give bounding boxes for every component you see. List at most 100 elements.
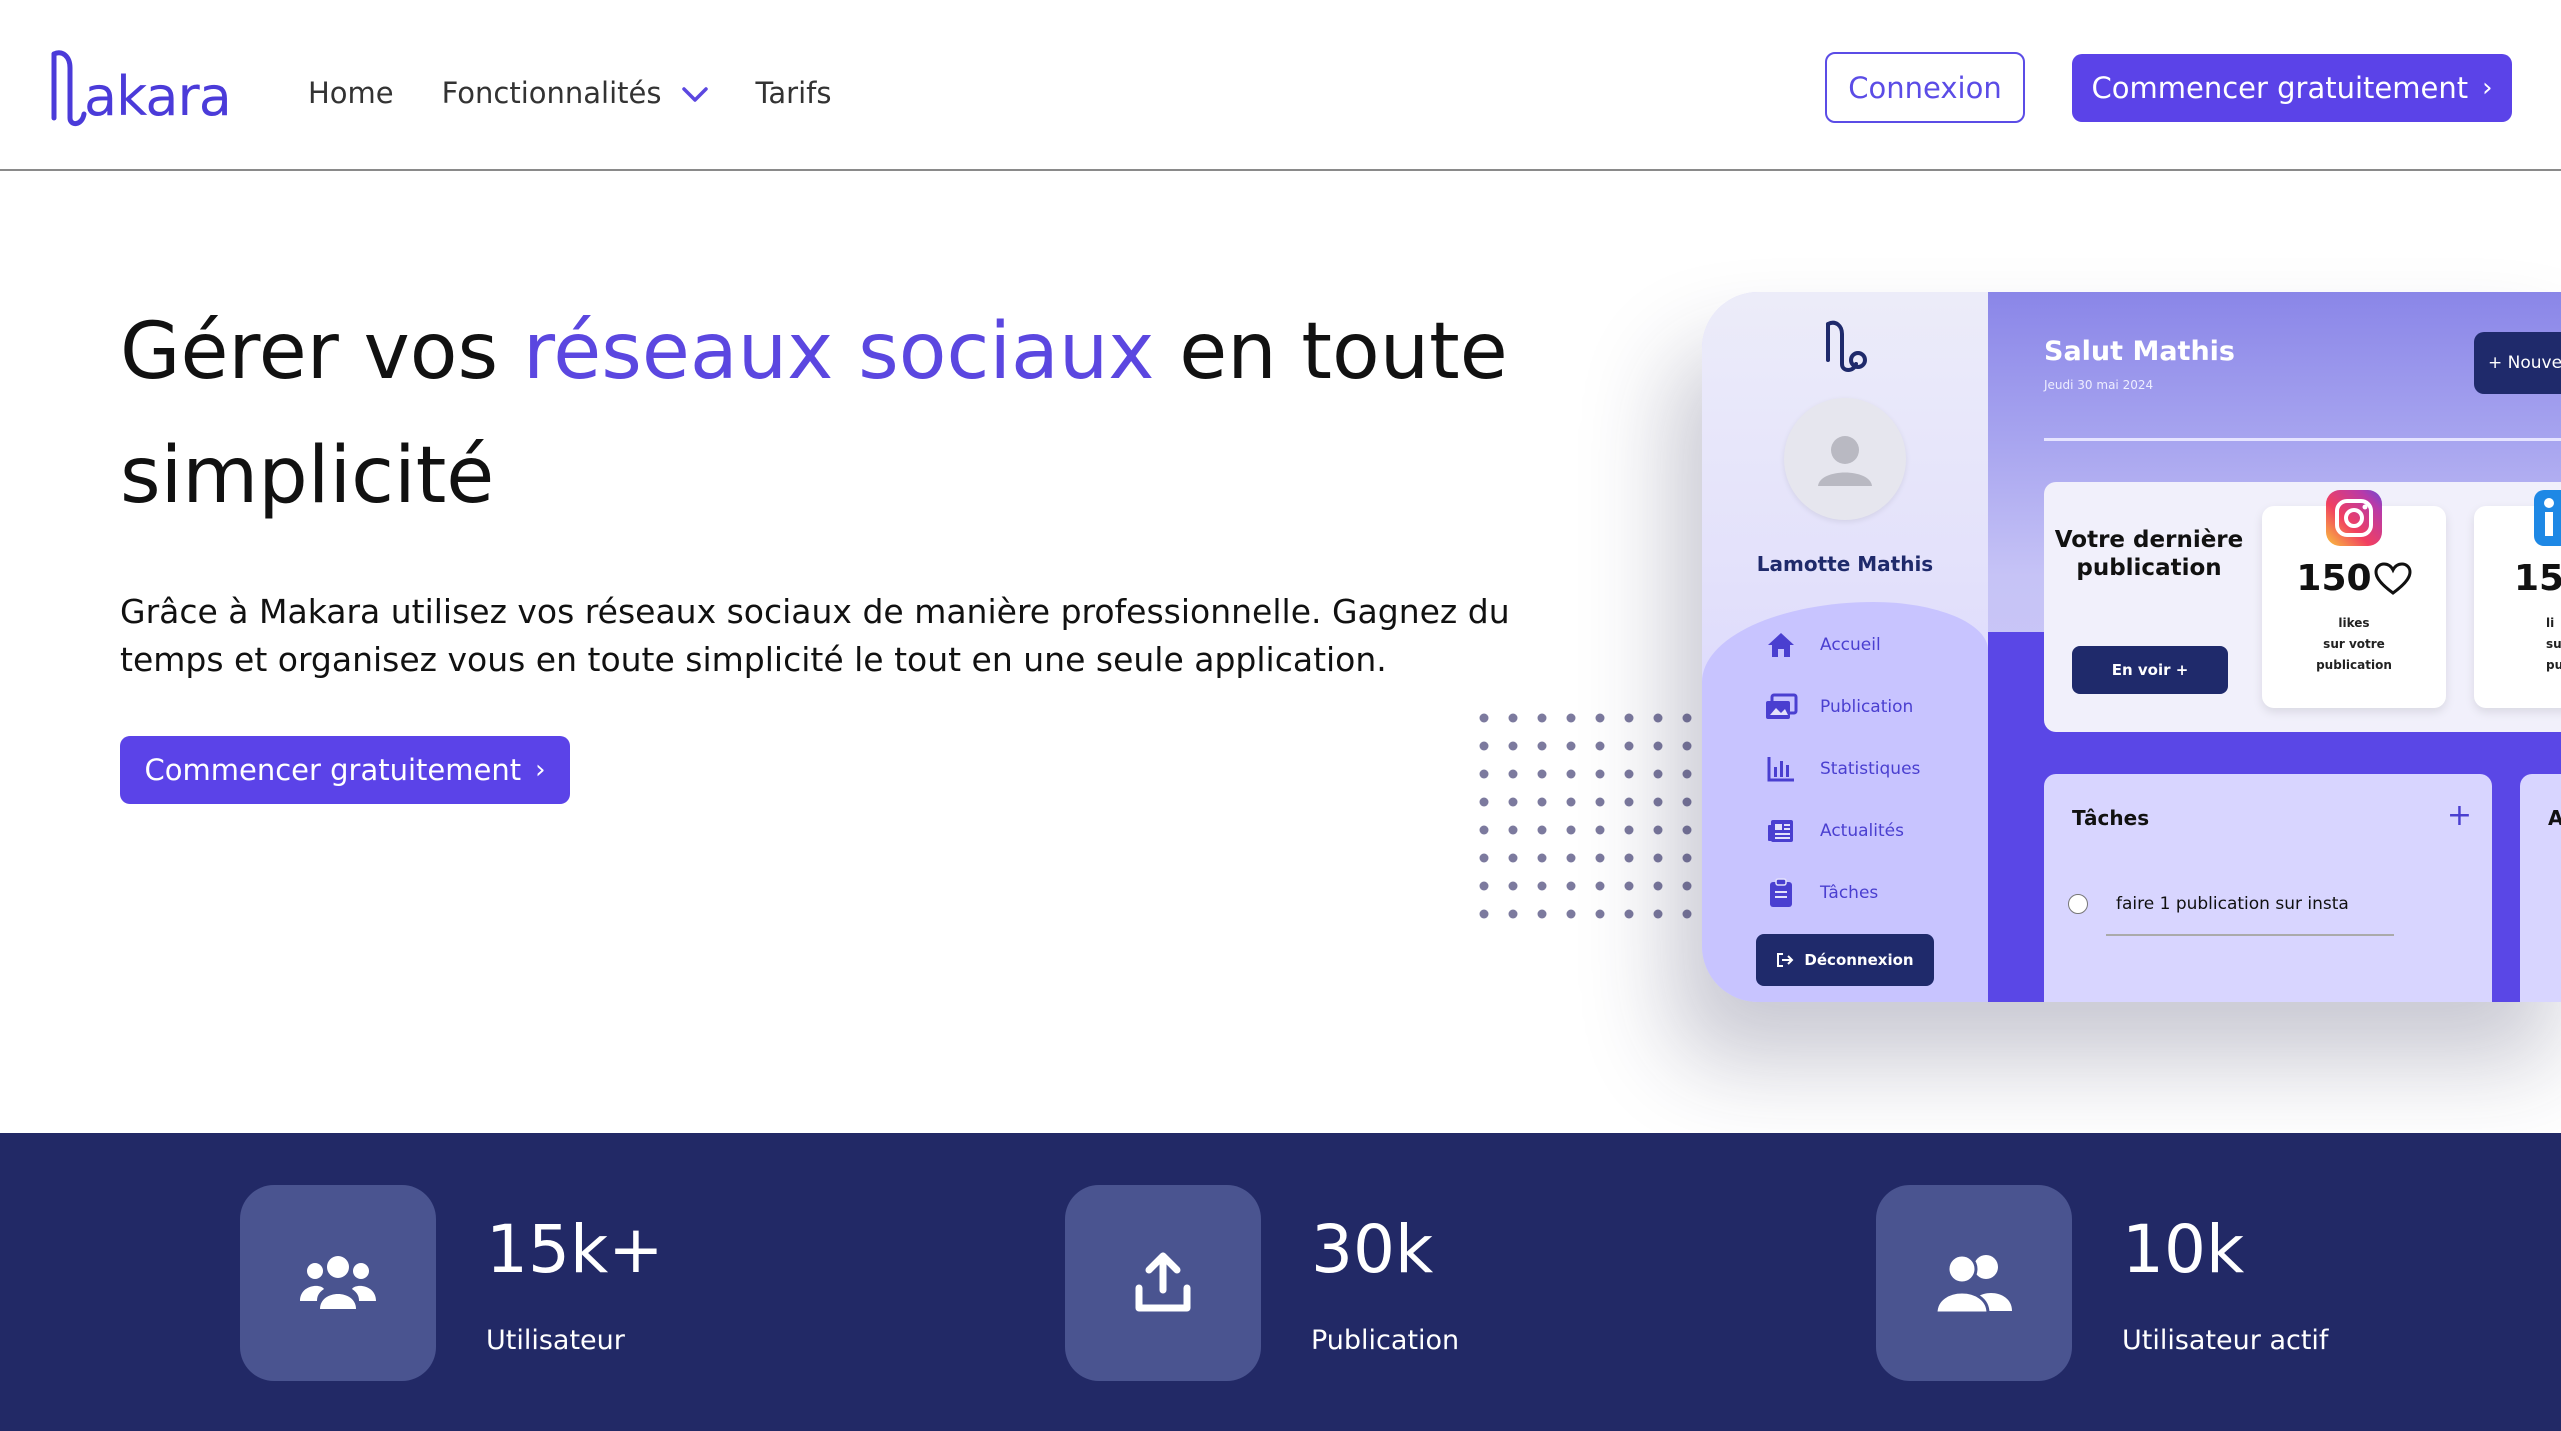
chart-icon — [1764, 755, 1798, 783]
linkedin-label-line: sur — [2546, 637, 2561, 651]
preview-logout-label: Déconnexion — [1804, 951, 1914, 969]
chevron-right-icon: › — [535, 755, 546, 785]
preview-menu-label: Accueil — [1820, 635, 1881, 655]
preview-see-more-button: En voir + — [2072, 646, 2228, 694]
preview-instagram-card: 150 likes sur votre publication — [2262, 490, 2446, 708]
preview-new-button: + Nouve — [2474, 332, 2561, 394]
likes-label-line: likes — [2338, 616, 2370, 630]
hero-start-free-button[interactable]: Commencer gratuitement › — [120, 736, 570, 804]
dot — [1508, 853, 1518, 863]
dot — [1537, 853, 1547, 863]
logo-mark-icon — [51, 50, 87, 126]
dot — [1566, 825, 1576, 835]
dot — [1508, 713, 1518, 723]
dot — [1537, 713, 1547, 723]
dot — [1624, 909, 1634, 919]
dot — [1479, 741, 1489, 751]
preview-likes-value: 150 — [2296, 558, 2372, 599]
preview-menu-label: Statistiques — [1820, 759, 1921, 779]
nav-fonctionnalites[interactable]: Fonctionnalités — [442, 76, 708, 110]
images-icon — [1764, 693, 1798, 721]
dot — [1653, 797, 1663, 807]
dot — [1508, 741, 1518, 751]
preview-news-title: Actu — [2548, 806, 2561, 830]
stat-value: 10k — [2122, 1211, 2245, 1288]
chevron-right-icon: › — [2482, 73, 2493, 103]
stat-text: 10k Utilisateur actif — [2122, 1185, 2328, 1381]
dot — [1566, 769, 1576, 779]
dot — [1682, 881, 1692, 891]
dot-pattern — [1479, 713, 1692, 919]
newspaper-icon — [1764, 817, 1798, 845]
dot — [1537, 797, 1547, 807]
dashboard-preview: Lamotte Mathis Accueil Publication Stati… — [1702, 292, 2561, 1002]
preview-logout-button: Déconnexion — [1756, 934, 1934, 986]
preview-likes-row: 150 — [2262, 558, 2446, 599]
stat-active-users: 10k Utilisateur actif — [1876, 1185, 2328, 1381]
hero-title: Gérer vos réseaux sociaux en toute simpl… — [120, 290, 1570, 538]
users-icon — [300, 1256, 376, 1309]
stat-icon-box — [1876, 1185, 2072, 1381]
dot — [1624, 881, 1634, 891]
logout-icon — [1776, 952, 1794, 968]
user-silhouette-icon — [1818, 436, 1872, 486]
task-radio — [2068, 894, 2088, 914]
dot — [1595, 909, 1605, 919]
linkedin-icon — [2534, 490, 2561, 546]
logo-text: akara — [84, 65, 232, 128]
preview-divider — [2044, 438, 2561, 441]
stat-publications: 30k Publication — [1065, 1185, 1459, 1381]
dot — [1595, 713, 1605, 723]
preview-menu-accueil: Accueil — [1764, 614, 1920, 676]
hero-title-start: Gérer vos — [120, 307, 523, 397]
stat-value: 15k+ — [486, 1211, 664, 1288]
login-button[interactable]: Connexion — [1825, 52, 2025, 123]
preview-menu-label: Publication — [1820, 697, 1914, 717]
dot — [1595, 881, 1605, 891]
preview-task-text: faire 1 publication sur insta — [2116, 894, 2349, 914]
dot — [1624, 797, 1634, 807]
makara-logo[interactable]: akara — [48, 44, 232, 128]
start-free-button[interactable]: Commencer gratuitement › — [2072, 54, 2512, 122]
dot — [1479, 825, 1489, 835]
dot — [1479, 909, 1489, 919]
preview-menu-statistiques: Statistiques — [1764, 738, 1920, 800]
dot — [1624, 741, 1634, 751]
dot — [1682, 797, 1692, 807]
preview-publication-card: Votre dernière publication En voir + 150… — [2044, 482, 2561, 732]
dot — [1537, 825, 1547, 835]
linkedin-label-line: li — [2546, 616, 2555, 630]
dot — [1624, 825, 1634, 835]
preview-news-card: Actu — [2520, 774, 2561, 1002]
main-nav: Home Fonctionnalités Tarifs — [308, 76, 879, 110]
dot — [1624, 713, 1634, 723]
preview-main: Salut Mathis Jeudi 30 mai 2024 + Nouve V… — [1988, 292, 2561, 1002]
likes-label-line: sur votre — [2323, 637, 2385, 651]
preview-menu-publication: Publication — [1764, 676, 1920, 738]
stat-text: 30k Publication — [1311, 1185, 1459, 1381]
plus-icon: + — [2446, 798, 2472, 833]
dot — [1653, 741, 1663, 751]
preview-linkedin-value: 15 — [2514, 558, 2561, 599]
stat-users: 15k+ Utilisateur — [240, 1185, 664, 1381]
dot — [1479, 797, 1489, 807]
dot — [1566, 909, 1576, 919]
dot — [1653, 769, 1663, 779]
avatar — [1784, 398, 1906, 520]
nav-home[interactable]: Home — [308, 76, 394, 110]
dot — [1479, 853, 1489, 863]
preview-task-item: faire 1 publication sur insta — [2068, 894, 2349, 914]
preview-likes-label: likes sur votre publication — [2262, 613, 2446, 676]
dot — [1566, 741, 1576, 751]
site-header: akara Home Fonctionnalités Tarifs Connex… — [0, 0, 2561, 171]
preview-date: Jeudi 30 mai 2024 — [2044, 378, 2154, 392]
stat-icon-box — [1065, 1185, 1261, 1381]
dot — [1508, 881, 1518, 891]
likes-label-line: publication — [2316, 658, 2392, 672]
dot — [1566, 853, 1576, 863]
stat-value: 30k — [1311, 1211, 1434, 1288]
dot — [1653, 853, 1663, 863]
nav-tarifs[interactable]: Tarifs — [756, 76, 832, 110]
upload-icon — [1135, 1252, 1191, 1312]
dot — [1566, 797, 1576, 807]
